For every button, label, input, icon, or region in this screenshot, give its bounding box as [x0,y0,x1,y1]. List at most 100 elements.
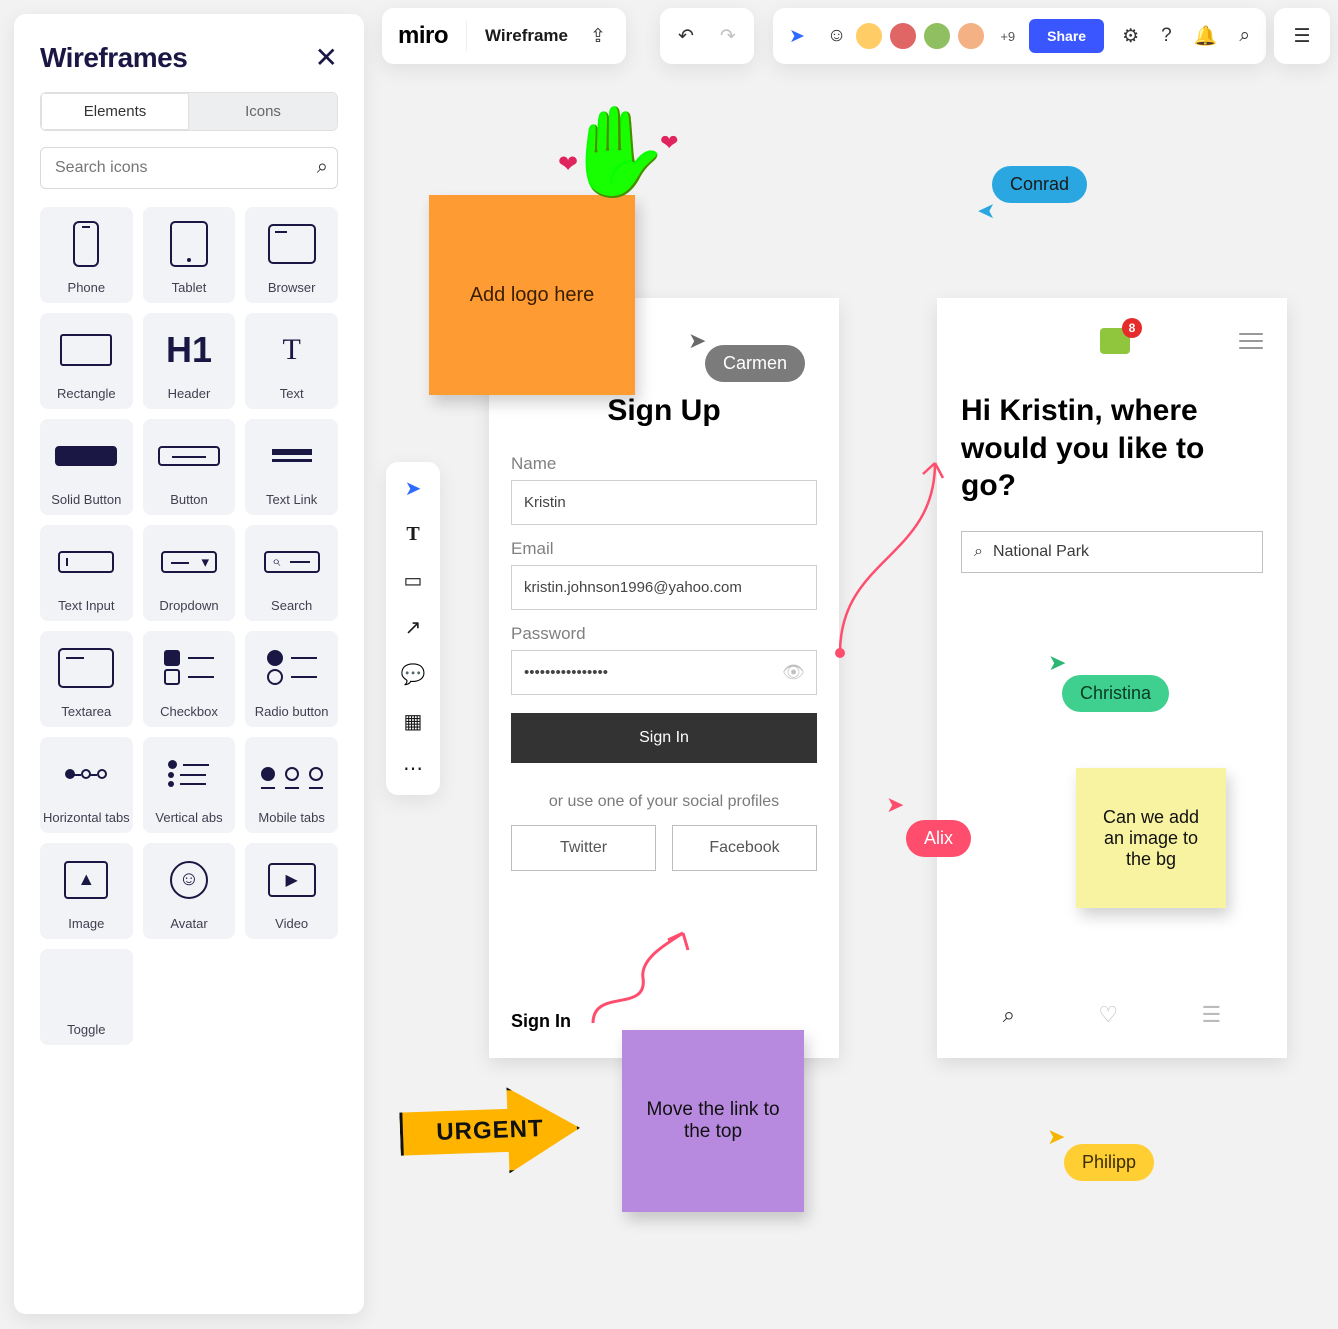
avatar-overflow[interactable]: +9 [1000,29,1015,44]
sticky-note-purple[interactable]: Move the link to the top [622,1030,804,1212]
tile-toggle[interactable]: Toggle [40,949,133,1045]
tile-search[interactable]: Search [245,525,338,621]
signin-link[interactable]: Sign In [511,1011,571,1032]
toolstrip: ➤ T ▭ ↗ 💬 ▦ ⋯ [386,462,440,795]
heart-icon: ❤ [558,150,578,179]
tile-vertical-tabs[interactable]: Vertical abs [143,737,236,833]
avatar[interactable] [956,21,986,51]
search-icon[interactable]: ⌕ [317,156,328,179]
submit-button[interactable]: Sign In [511,713,817,763]
or-divider-text: or use one of your social profiles [511,793,817,811]
line-tool-icon[interactable]: ↗ [405,615,422,640]
cursor-tag-christina: Christina [1062,675,1169,712]
more-tools-icon[interactable]: ⋯ [403,756,423,781]
footer-sliders-icon[interactable]: ☰ [1202,1002,1222,1028]
tile-button[interactable]: Button [143,419,236,515]
toolbar-collapse[interactable]: ☰ [1274,8,1330,64]
notifications-badge[interactable]: 8 [1100,328,1130,354]
facebook-button[interactable]: Facebook [672,825,817,871]
tile-text-link[interactable]: Text Link [245,419,338,515]
tile-text-input[interactable]: Text Input [40,525,133,621]
wireframes-panel: Wireframes ✕ Elements Icons ⌕ Phone Tabl… [14,14,364,1314]
password-label: Password [511,624,817,644]
avatar[interactable] [888,21,918,51]
close-icon[interactable]: ✕ [315,44,338,72]
cursor-tag-conrad: Conrad [992,166,1087,203]
tile-tablet[interactable]: Tablet [143,207,236,303]
settings-icon[interactable]: ⚙ [1118,21,1143,52]
share-button[interactable]: Share [1029,19,1104,53]
connector-line[interactable] [835,458,945,658]
tile-textarea[interactable]: Textarea [40,631,133,727]
cursor-icon: ➤ [688,328,706,354]
hamburger-icon[interactable] [1239,333,1263,349]
panel-icon: ☰ [1289,21,1314,52]
hand-sticker[interactable]: ✋ [562,108,672,196]
search-input[interactable] [40,147,338,189]
tile-mobile-tabs[interactable]: Mobile tabs [245,737,338,833]
arrow-squiggle[interactable] [588,928,708,1038]
export-icon[interactable]: ⇪ [586,21,610,52]
reactions-icon[interactable]: ☺ [823,21,850,51]
twitter-button[interactable]: Twitter [511,825,656,871]
tab-icons[interactable]: Icons [189,93,337,130]
select-tool-icon[interactable]: ➤ [405,476,422,501]
cursor-tag-philipp: Philipp [1064,1144,1154,1181]
cursor-icon: ➤ [977,198,995,224]
footer-search-icon[interactable]: ⌕ [1003,1002,1015,1028]
tile-solid-button[interactable]: Solid Button [40,419,133,515]
email-label: Email [511,539,817,559]
email-input[interactable] [511,565,817,610]
travel-search-field[interactable]: ⌕ National Park [961,531,1263,573]
sticky-note-orange[interactable]: Add logo here [429,195,635,395]
tile-dropdown[interactable]: Dropdown [143,525,236,621]
board-name[interactable]: Wireframe [485,26,568,46]
brand-logo[interactable]: miro [398,22,448,50]
comment-tool-icon[interactable]: 💬 [401,662,426,687]
panel-title: Wireframes [40,42,187,74]
name-label: Name [511,454,817,474]
toolbar-left: miro Wireframe ⇪ [382,8,626,64]
cursor-tag-carmen: Carmen [705,345,805,382]
badge-count: 8 [1122,318,1142,338]
search-icon[interactable]: ⌕ [1235,21,1254,51]
signup-title: Sign Up [511,394,817,428]
tile-rectangle[interactable]: Rectangle [40,313,133,409]
urgent-sticker[interactable]: URGENT [399,1085,582,1177]
tile-video[interactable]: ▶Video [245,843,338,939]
name-input[interactable] [511,480,817,525]
toolbar-undo: ↶ ↷ [660,8,754,64]
sticky-note-yellow[interactable]: Can we add an image to the bg [1076,768,1226,908]
tile-browser[interactable]: Browser [245,207,338,303]
frame-tool-icon[interactable]: ▦ [404,709,423,734]
search-icon: ⌕ [974,543,983,561]
tab-elements[interactable]: Elements [41,93,189,130]
toolbar-right: ➤ ☺ +9 Share ⚙ ? 🔔 ⌕ [773,8,1266,64]
redo-icon[interactable]: ↷ [716,21,740,52]
eye-icon[interactable]: 👁 [782,662,805,683]
undo-icon[interactable]: ↶ [674,21,698,52]
help-icon[interactable]: ? [1157,21,1176,51]
tile-horizontal-tabs[interactable]: Horizontal tabs [40,737,133,833]
footer-heart-icon[interactable]: ♡ [1098,1002,1118,1028]
tile-avatar[interactable]: ☺Avatar [143,843,236,939]
tile-radio[interactable]: Radio button [245,631,338,727]
tile-header[interactable]: H1Header [143,313,236,409]
cursor-icon: ➤ [886,792,904,818]
cursor-icon: ➤ [1047,1124,1065,1150]
cursor-icon: ➤ [1048,650,1066,676]
password-input[interactable] [511,650,817,695]
tile-text[interactable]: TText [245,313,338,409]
bell-icon[interactable]: 🔔 [1190,20,1222,52]
tile-checkbox[interactable]: Checkbox [143,631,236,727]
travel-search-value: National Park [993,543,1089,561]
tile-image[interactable]: ▲Image [40,843,133,939]
search-wrapper: ⌕ [40,147,338,189]
avatar[interactable] [922,21,952,51]
cursor-tag-alix: Alix [906,820,971,857]
text-tool-icon[interactable]: T [406,523,419,546]
pointer-icon[interactable]: ➤ [785,21,809,52]
tile-phone[interactable]: Phone [40,207,133,303]
sticky-tool-icon[interactable]: ▭ [404,568,423,593]
avatar[interactable] [854,21,884,51]
